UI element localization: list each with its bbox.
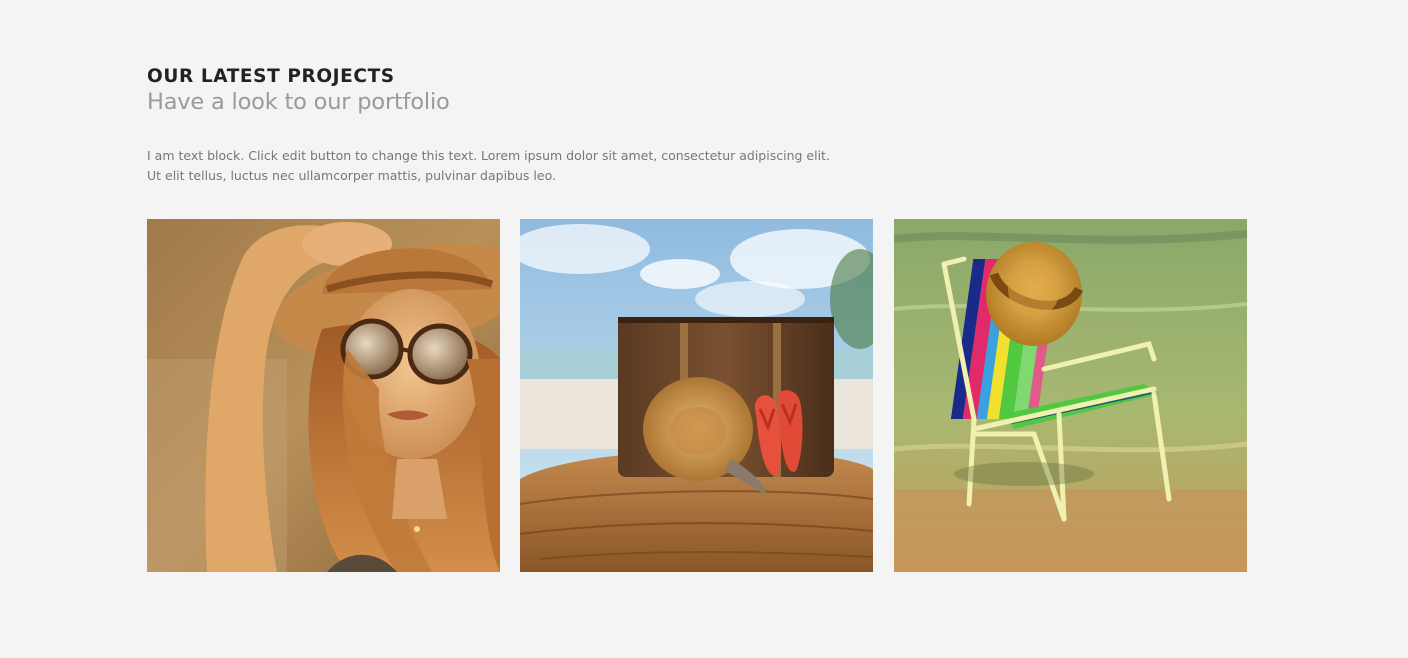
section-subtitle: Have a look to our portfolio <box>147 89 450 115</box>
portfolio-item-woman-with-hat[interactable] <box>147 219 500 572</box>
portfolio-item-beach-chair[interactable] <box>894 219 1247 572</box>
section-title: OUR LATEST PROJECTS <box>147 66 395 87</box>
intro-text-block: I am text block. Click edit button to ch… <box>147 146 847 186</box>
suitcase-on-beach-image <box>520 219 873 572</box>
portfolio-item-suitcase-on-beach[interactable] <box>520 219 873 572</box>
beach-chair-image <box>894 219 1247 572</box>
intro-text-line: Ut elit tellus, luctus nec ullamcorper m… <box>147 168 556 183</box>
intro-text-line: I am text block. Click edit button to ch… <box>147 148 830 163</box>
woman-with-hat-image <box>147 219 500 572</box>
portfolio-gallery <box>147 219 1247 572</box>
portfolio-section: OUR LATEST PROJECTS Have a look to our p… <box>0 0 1408 658</box>
